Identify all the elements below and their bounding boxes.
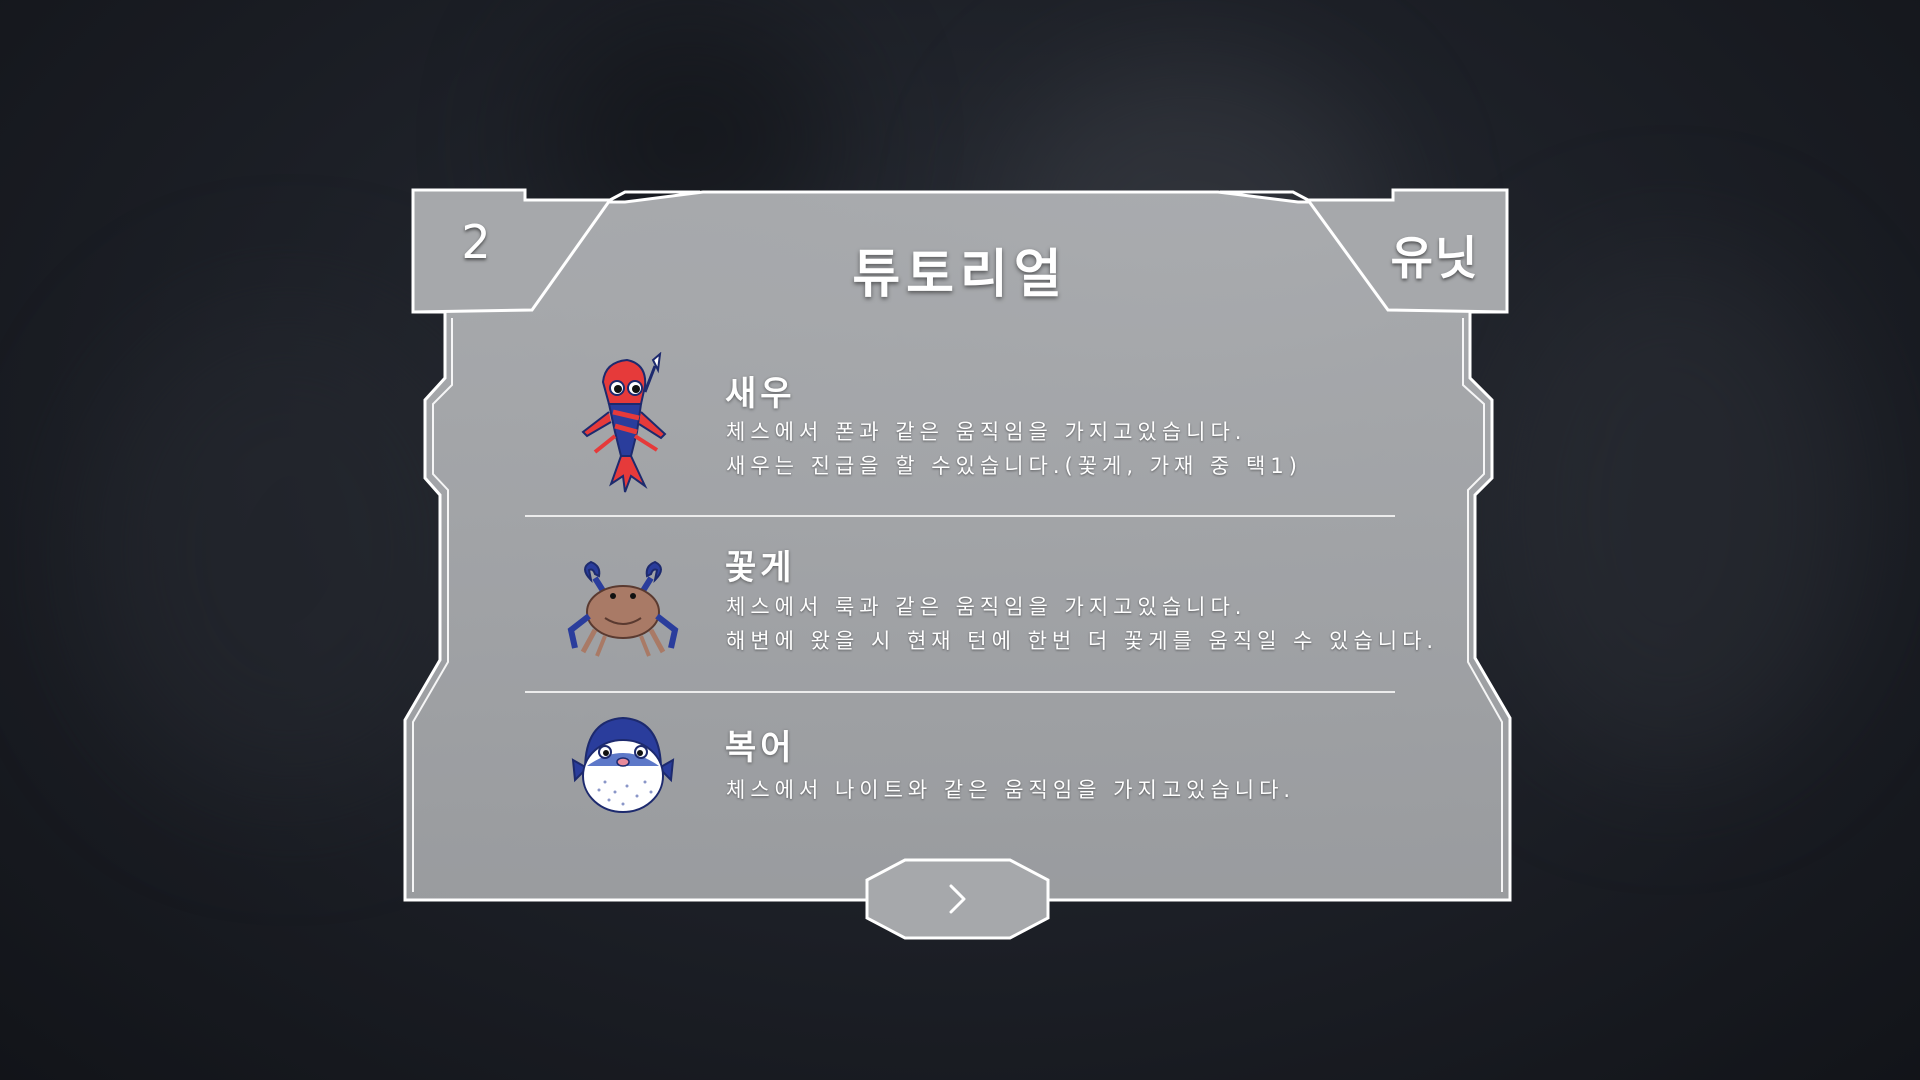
unit-description: 체스에서 룩과 같은 움직임을 가지고있습니다. bbox=[726, 595, 1247, 619]
divider bbox=[525, 515, 1395, 517]
unit-description: 체스에서 나이트와 같은 움직임을 가지고있습니다. bbox=[726, 778, 1296, 802]
unit-description: 새우는 진급을 할 수있습니다.(꽃게, 가재 중 택1) bbox=[726, 454, 1302, 478]
next-button[interactable] bbox=[865, 858, 1050, 940]
tutorial-panel: 2 튜토리얼 유닛 새우 체스에서 폰과 같은 움직임을 가지고있습니다. 새우… bbox=[0, 0, 1920, 1080]
page-number: 2 bbox=[461, 215, 491, 269]
unit-row-crab: 꽃게 체스에서 룩과 같은 움직임을 가지고있습니다. 해변에 왔을 시 현재 … bbox=[525, 540, 1433, 710]
unit-row-pufferfish: 복어 체스에서 나이트와 같은 움직임을 가지고있습니다. bbox=[525, 710, 1395, 880]
shrimp-icon bbox=[565, 351, 690, 502]
crab-icon bbox=[565, 540, 690, 690]
unit-name: 새우 bbox=[725, 374, 796, 414]
unit-name: 복어 bbox=[725, 728, 796, 768]
page-title: 튜토리얼 bbox=[852, 245, 1068, 305]
unit-name: 꽃게 bbox=[725, 548, 796, 588]
unit-row-shrimp: 새우 체스에서 폰과 같은 움직임을 가지고있습니다. 새우는 진급을 할 수있… bbox=[525, 351, 1395, 522]
divider bbox=[525, 691, 1395, 693]
pufferfish-icon bbox=[565, 710, 690, 860]
unit-description: 체스에서 폰과 같은 움직임을 가지고있습니다. bbox=[726, 420, 1247, 444]
section-label: 유닛 bbox=[1390, 231, 1480, 285]
unit-description: 해변에 왔을 시 현재 턴에 한번 더 꽃게를 움직일 수 있습니다. bbox=[726, 629, 1439, 653]
